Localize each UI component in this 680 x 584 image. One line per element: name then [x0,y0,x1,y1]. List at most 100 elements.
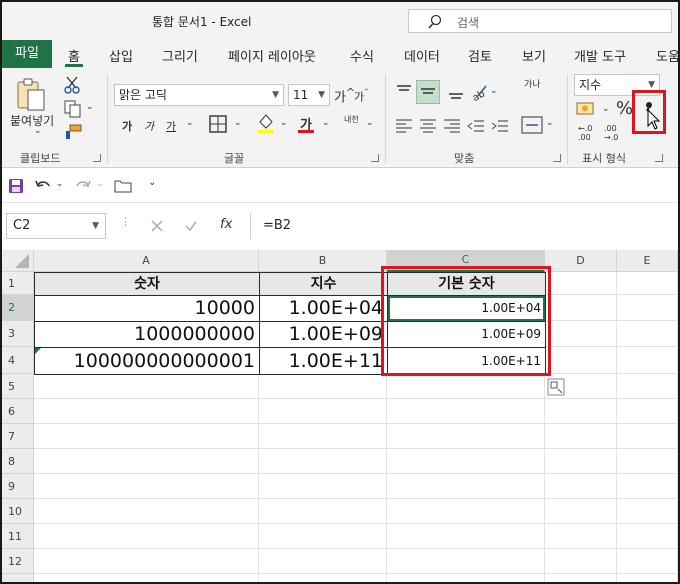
cell-b10[interactable] [259,499,387,524]
cell-b13[interactable] [259,574,387,582]
cell-e13[interactable] [617,574,678,582]
cell-a12[interactable] [34,549,259,574]
shrink-font-button[interactable]: 가ˇ [354,88,369,105]
increase-decimal-button[interactable]: ←.0 .00 [578,124,600,142]
cell-a6[interactable] [34,399,259,424]
comma-style-icon[interactable] [642,98,662,130]
tab-home[interactable]: 홈 [68,46,80,65]
cell-a9[interactable] [34,474,259,499]
cell-b3[interactable]: 1.00E+09 [259,321,388,348]
cell-b8[interactable] [259,449,387,474]
customize-qat-icon[interactable]: ⌄ [148,177,156,188]
redo-icon[interactable] [74,178,92,194]
undo-dropdown-icon[interactable]: ⌄ [56,179,64,189]
increase-indent-icon[interactable] [490,116,510,136]
align-left-icon[interactable] [394,116,414,136]
cell-b4[interactable]: 1.00E+11 [259,347,388,375]
cell-b11[interactable] [259,524,387,549]
cell-c8[interactable] [387,449,545,474]
cell-e1[interactable] [617,272,678,295]
cell-a4[interactable]: 100000000000001 [34,347,260,375]
cell-d9[interactable] [545,474,617,499]
cell-d10[interactable] [545,499,617,524]
cell-b6[interactable] [259,399,387,424]
row-header-12[interactable]: 12 [2,549,34,574]
cell-a7[interactable] [34,424,259,449]
cell-b5[interactable] [259,374,387,399]
tab-developer[interactable]: 개발 도구 [574,46,626,65]
row-header-4[interactable]: 4 [2,347,34,374]
cell-e6[interactable] [617,399,678,424]
cell-d7[interactable] [545,424,617,449]
row-header-2[interactable]: 2 [2,295,34,321]
cell-d4[interactable] [545,347,617,374]
row-header-11[interactable]: 11 [2,524,34,549]
select-all-button[interactable] [2,250,34,272]
paste-icon[interactable] [14,78,48,112]
orientation-icon[interactable]: ab [468,80,490,102]
undo-icon[interactable] [34,178,52,194]
row-header-6[interactable]: 6 [2,399,34,424]
cell-b2[interactable]: 1.00E+04 [259,295,388,322]
open-folder-icon[interactable] [114,178,132,194]
bold-button[interactable]: 가 [122,118,132,134]
tab-review[interactable]: 검토 [468,46,492,65]
cell-d2[interactable] [545,295,617,321]
font-launcher-icon[interactable] [371,154,379,162]
cell-d12[interactable] [545,549,617,574]
tab-view[interactable]: 보기 [522,46,546,65]
cell-e12[interactable] [617,549,678,574]
cell-e11[interactable] [617,524,678,549]
merge-center-icon[interactable] [520,114,544,136]
cell-a13[interactable] [34,574,259,582]
wrap-text-button[interactable]: 가나 [524,80,544,90]
row-header-10[interactable]: 10 [2,499,34,524]
cell-a3[interactable]: 1000000000 [34,321,260,348]
accounting-dropdown-icon[interactable]: ⌄ [602,104,610,114]
row-header-5[interactable]: 5 [2,374,34,399]
paste-label[interactable]: 붙여넣기 [10,112,54,129]
cell-c13[interactable] [387,574,545,582]
cell-c7[interactable] [387,424,545,449]
cell-c6[interactable] [387,399,545,424]
font-size-combo[interactable]: 11 ▼ [288,84,330,106]
clipboard-launcher-icon[interactable] [93,154,101,162]
fill-color-icon[interactable] [256,112,276,134]
phonetic-button[interactable]: 내천 [344,114,359,125]
enter-icon[interactable] [184,219,198,233]
tab-page-layout[interactable]: 페이지 레이아웃 [228,46,316,65]
tab-file[interactable]: 파일 [2,40,52,68]
align-top-icon[interactable] [394,82,414,102]
row-header-8[interactable]: 8 [2,449,34,474]
cell-a1[interactable]: 숫자 [34,272,260,296]
tab-draw[interactable]: 그리기 [162,46,198,65]
borders-dropdown-icon[interactable]: ⌄ [234,118,242,128]
cell-e7[interactable] [617,424,678,449]
cell-c12[interactable] [387,549,545,574]
cancel-icon[interactable] [150,219,164,233]
cut-icon[interactable] [64,76,80,94]
align-bottom-icon[interactable] [446,82,466,102]
number-launcher-icon[interactable] [655,154,663,162]
italic-button[interactable]: 가 [144,118,154,134]
cell-d8[interactable] [545,449,617,474]
cell-e2[interactable] [617,295,678,321]
cell-c5[interactable] [387,374,545,399]
formula-input[interactable]: =B2 [250,213,674,239]
cell-b7[interactable] [259,424,387,449]
cell-e3[interactable] [617,321,678,347]
worksheet-grid[interactable]: A B C D E 12345678910111213 숫자 지수 기본 숫자 … [2,250,678,582]
row-header-1[interactable]: 1 [2,272,34,295]
fill-color-dropdown-icon[interactable]: ⌄ [280,118,288,128]
column-header-a[interactable]: A [34,250,259,272]
row-header-9[interactable]: 9 [2,474,34,499]
search-box[interactable]: 검색 [408,9,672,33]
cell-e9[interactable] [617,474,678,499]
cell-a10[interactable] [34,499,259,524]
align-right-icon[interactable] [442,116,462,136]
cell-e8[interactable] [617,449,678,474]
cell-c9[interactable] [387,474,545,499]
name-box[interactable]: C2 ▼ [6,213,106,239]
cell-a8[interactable] [34,449,259,474]
tab-formulas[interactable]: 수식 [350,46,374,65]
